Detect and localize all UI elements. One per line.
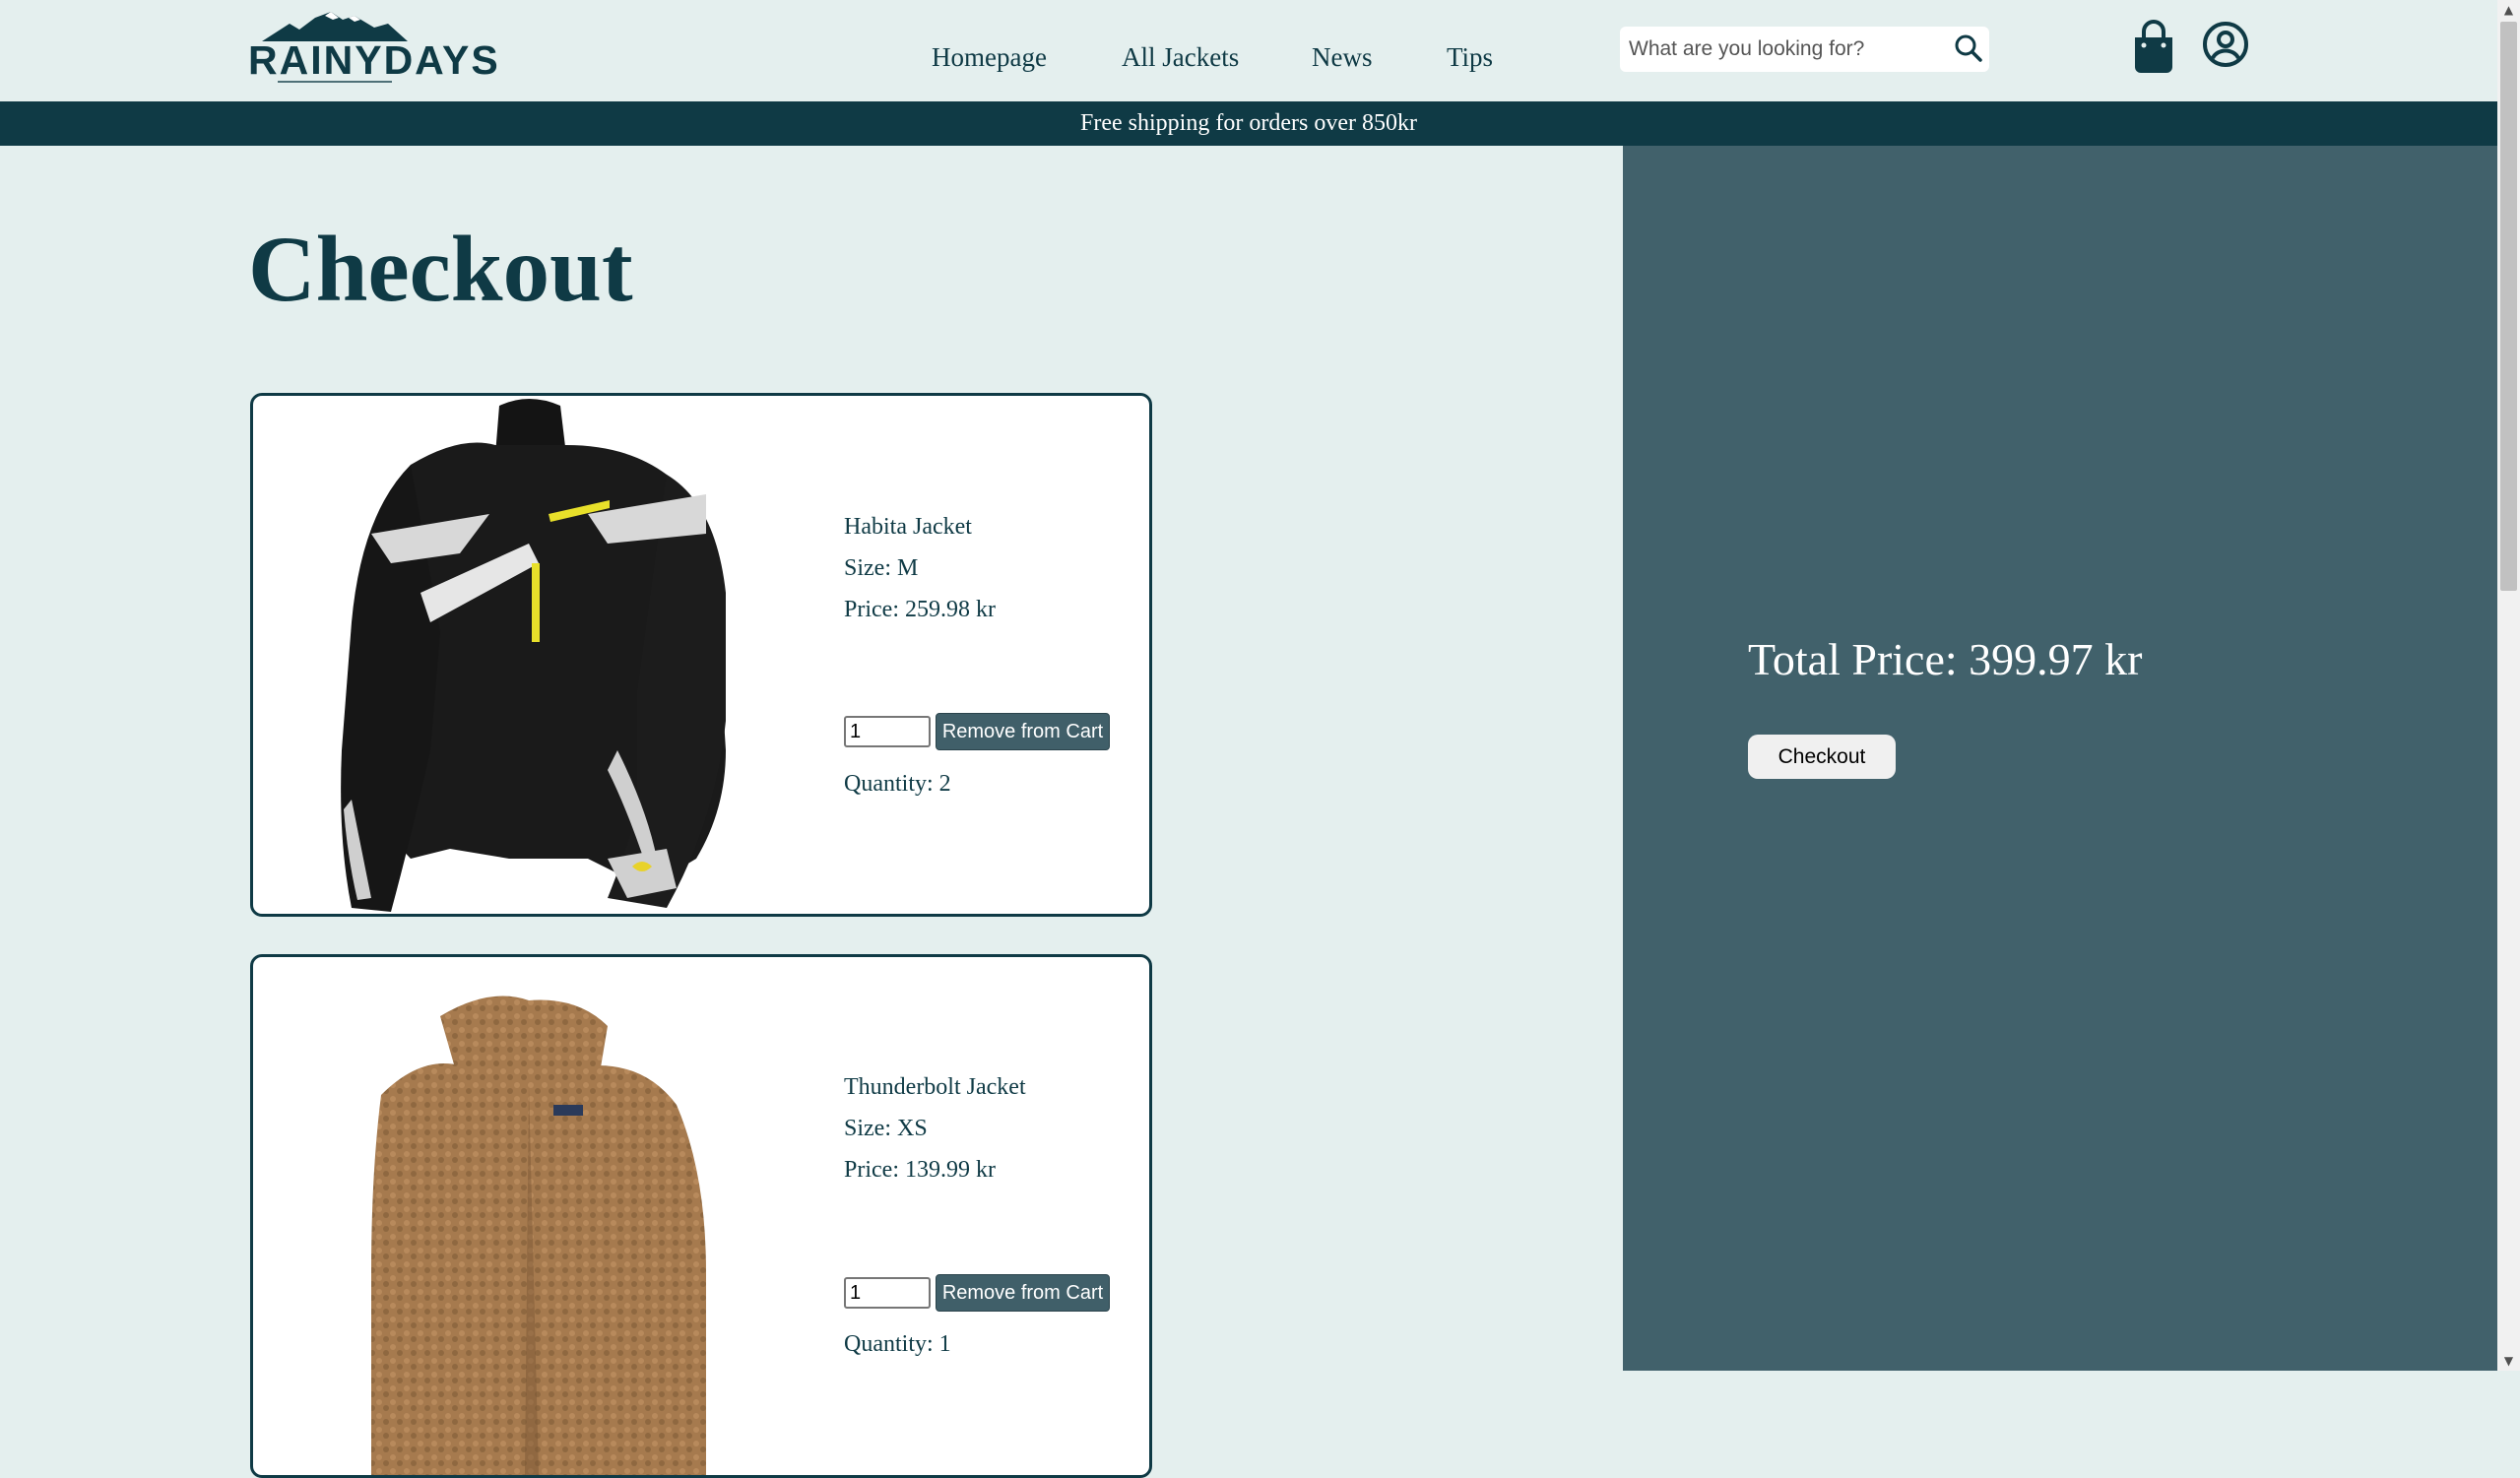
- item-size: Size: XS: [844, 1116, 928, 1141]
- logo-text: RAINYDAYS: [248, 37, 500, 83]
- quantity-input[interactable]: [844, 716, 931, 747]
- cart-item-info: Habita Jacket Size: M Price: 259.98 kr R…: [844, 396, 1139, 914]
- cart-item: Habita Jacket Size: M Price: 259.98 kr R…: [250, 393, 1152, 917]
- nav-all-jackets[interactable]: All Jackets: [1122, 35, 1239, 79]
- item-name: Thunderbolt Jacket: [844, 1074, 1026, 1100]
- user-circle-icon[interactable]: [2202, 21, 2249, 68]
- cart-item: Thunderbolt Jacket Size: XS Price: 139.9…: [250, 954, 1152, 1478]
- shipping-banner: Free shipping for orders over 850kr: [0, 101, 2497, 146]
- remove-from-cart-button[interactable]: Remove from Cart: [936, 713, 1110, 750]
- remove-from-cart-button[interactable]: Remove from Cart: [936, 1274, 1110, 1312]
- scroll-up-arrow-icon[interactable]: ▲: [2497, 0, 2520, 20]
- logo-underline: [278, 81, 392, 83]
- order-summary-panel: Total Price: 399.97 kr Checkout: [1623, 146, 2497, 1371]
- item-quantity: Quantity: 1: [844, 1331, 951, 1357]
- quantity-input[interactable]: [844, 1277, 931, 1309]
- cart-item-info: Thunderbolt Jacket Size: XS Price: 139.9…: [844, 957, 1139, 1475]
- scrollbar-thumb[interactable]: [2500, 22, 2517, 591]
- nav-tips[interactable]: Tips: [1447, 35, 1493, 79]
- page-scrollbar[interactable]: ▲ ▼: [2497, 0, 2520, 1371]
- nav-homepage[interactable]: Homepage: [932, 35, 1047, 79]
- site-header: RAINYDAYS Homepage All Jackets News Tips: [0, 0, 2497, 101]
- search-input[interactable]: [1620, 27, 1935, 72]
- black-scott-jacket-image: [341, 399, 726, 912]
- item-price: Price: 139.99 kr: [844, 1157, 996, 1183]
- rainydays-logo[interactable]: RAINYDAYS: [248, 12, 500, 87]
- item-size: Size: M: [844, 555, 919, 581]
- search-bar: [1620, 27, 1989, 72]
- brown-fleece-jacket-image: [371, 996, 706, 1475]
- scroll-down-arrow-icon[interactable]: ▼: [2497, 1351, 2520, 1371]
- shopping-bag-icon[interactable]: [2131, 20, 2176, 73]
- search-icon[interactable]: [1953, 32, 1984, 64]
- total-price: Total Price: 399.97 kr: [1748, 634, 2143, 684]
- item-quantity: Quantity: 2: [844, 771, 951, 797]
- page-title: Checkout: [248, 217, 633, 321]
- item-price: Price: 259.98 kr: [844, 597, 996, 622]
- item-name: Habita Jacket: [844, 514, 972, 540]
- checkout-button[interactable]: Checkout: [1748, 735, 1896, 779]
- nav-news[interactable]: News: [1312, 35, 1373, 79]
